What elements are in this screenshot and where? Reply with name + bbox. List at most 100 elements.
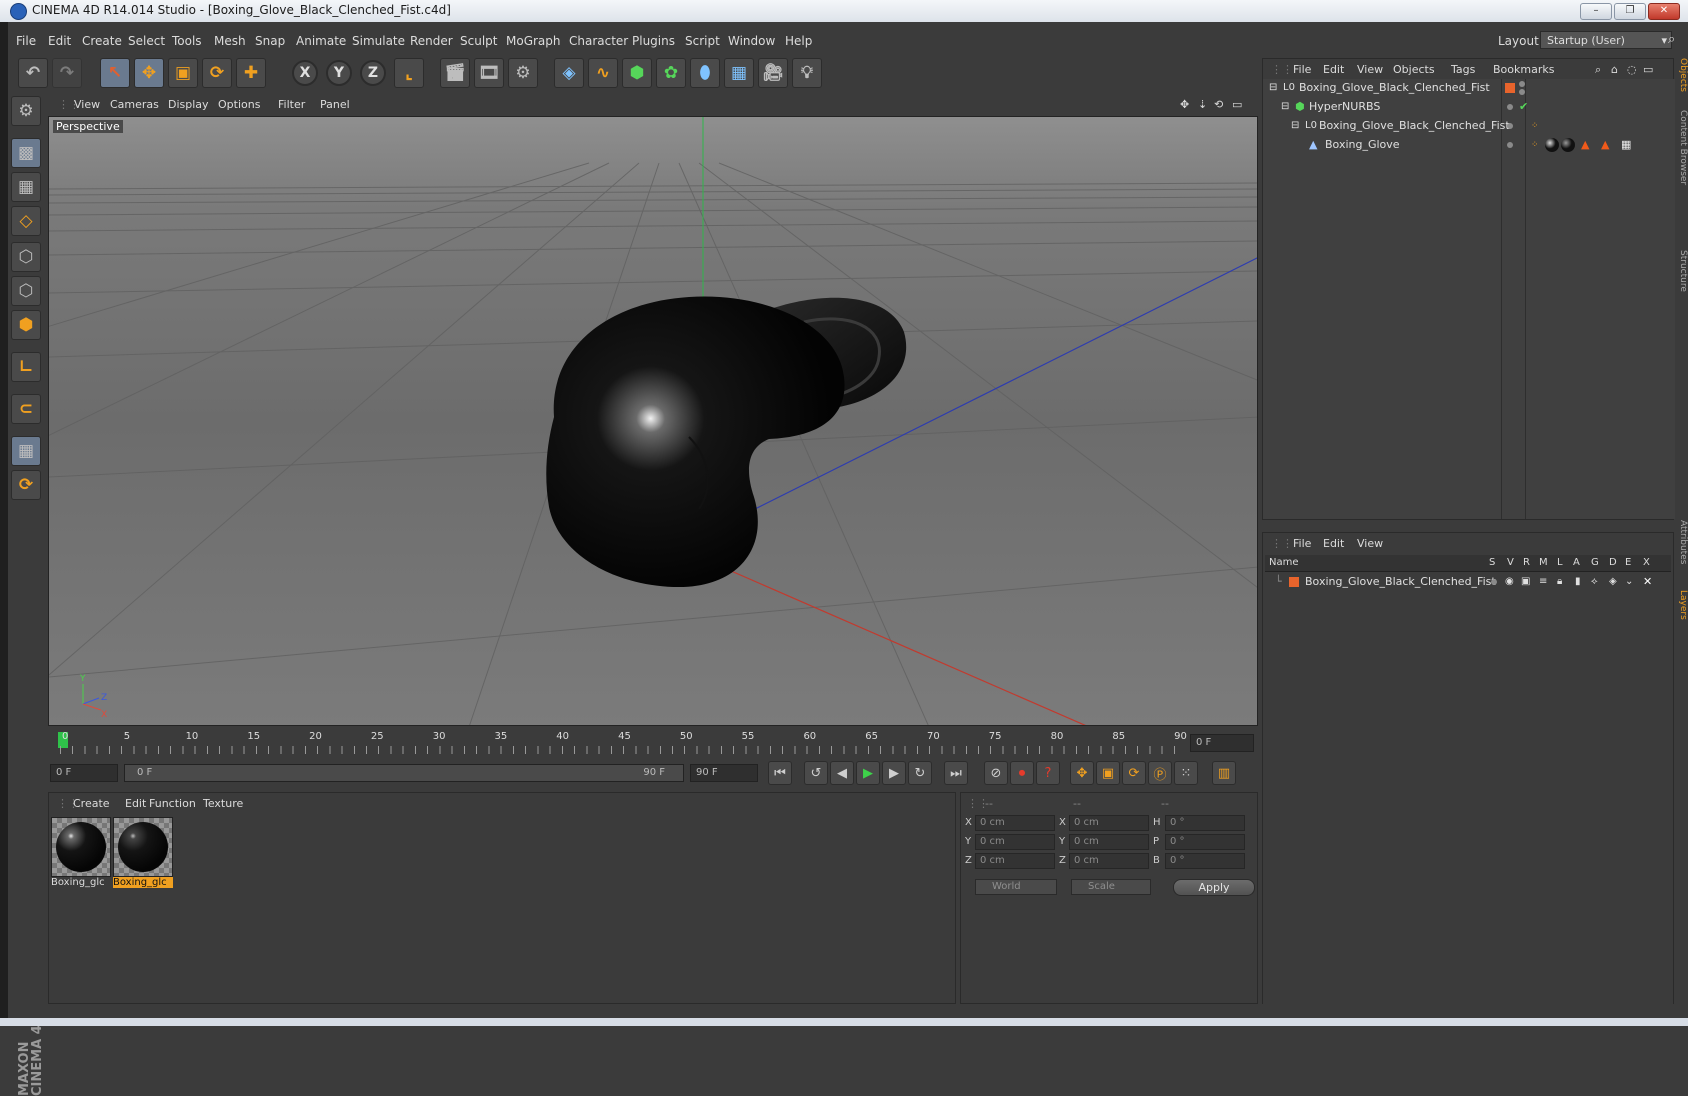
go-to-end-button[interactable]: ⏭ [944,761,968,785]
material-menu-create[interactable]: Create [73,797,110,810]
menu-script[interactable]: Script [685,34,720,48]
selection-tag-icon[interactable]: ▲ [1581,136,1589,154]
expression-icon[interactable]: ⌄ [1625,573,1633,591]
workplane-mode-button[interactable]: ◇ [11,206,41,236]
menu-plugins[interactable]: Plugins [632,34,675,48]
layers-menu-edit[interactable]: Edit [1323,537,1344,550]
viewport-menu-view[interactable]: View [74,98,100,111]
object-row[interactable]: ⊟ ⬢ HyperNURBS ✔ [1263,98,1675,116]
new-window-icon[interactable]: ▭ [1643,63,1653,76]
menu-help[interactable]: Help [785,34,812,48]
minimize-button[interactable]: – [1580,3,1612,20]
pos-y-field[interactable]: 0 cm [975,834,1055,850]
pan-view-icon[interactable]: ✥ [1180,98,1189,111]
objects-menu-view[interactable]: View [1357,63,1383,76]
objects-menu-objects[interactable]: Objects [1393,63,1435,76]
generator-icon[interactable]: ⟡ [1591,573,1598,591]
apply-button[interactable]: Apply [1173,879,1255,896]
locked-workplane-button[interactable]: ▦ [11,436,41,466]
viewport-menu-filter[interactable]: Filter [278,98,305,111]
maximize-button[interactable]: ❐ [1614,3,1646,20]
timeline-window-button[interactable]: ▥ [1212,761,1236,785]
eye-icon[interactable]: ◉ [1505,573,1514,591]
objects-menu-tags[interactable]: Tags [1451,63,1475,76]
material-tag-icon[interactable] [1561,138,1575,152]
add-cube-button[interactable]: ◈ [554,58,584,88]
tab-structure[interactable]: Structure [1676,250,1688,292]
record-rotation-button[interactable]: ⟳ [1122,761,1146,785]
render-picture-viewer-button[interactable]: 🎞︎ [474,58,504,88]
size-z-field[interactable]: 0 cm [1069,853,1149,869]
menu-render[interactable]: Render [410,34,453,48]
deformer-icon[interactable]: ◈ [1609,573,1617,591]
coordinate-space-dropdown[interactable]: World [975,879,1057,895]
tab-attributes[interactable]: Attributes [1676,520,1688,564]
home-icon[interactable]: ⌂ [1611,63,1618,76]
play-button[interactable]: ▶ [856,761,880,785]
planar-workplane-button[interactable]: ⟳ [11,470,41,500]
column-visible[interactable]: V [1507,557,1514,568]
menu-sculpt[interactable]: Sculpt [460,34,497,48]
material-tag-icon[interactable] [1545,138,1559,152]
column-animation[interactable]: A [1573,557,1580,568]
menu-mesh[interactable]: Mesh [214,34,246,48]
z-axis-lock-button[interactable]: Z [360,60,386,86]
viewport-menu-options[interactable]: Options [218,98,260,111]
scale-tool-button[interactable]: ▣ [168,58,198,88]
collapse-icon[interactable]: ◌ [1627,63,1637,76]
add-light-button[interactable]: 💡︎ [792,58,822,88]
size-mode-dropdown[interactable]: Scale [1071,879,1151,895]
objects-menu-file[interactable]: File [1293,63,1311,76]
layer-color-swatch[interactable] [1289,577,1299,587]
points-mode-button[interactable]: ⬡ [11,242,41,272]
menu-character[interactable]: Character [569,34,628,48]
editor-visibility-dot[interactable] [1519,81,1525,87]
add-array-button[interactable]: ✿ [656,58,686,88]
rotate-tool-button[interactable]: ⟳ [202,58,232,88]
record-position-button[interactable]: ✥ [1070,761,1094,785]
menu-tools[interactable]: Tools [172,34,202,48]
viewport-menu-cameras[interactable]: Cameras [110,98,159,111]
y-axis-lock-button[interactable]: Y [326,60,352,86]
end-frame-field[interactable]: 90 F [690,764,758,782]
rot-b-field[interactable]: 0 ° [1165,853,1245,869]
column-manager[interactable]: M [1539,557,1548,568]
texture-mode-button[interactable]: ▦ [11,172,41,202]
column-generators[interactable]: G [1591,557,1599,568]
collapse-toggle-icon[interactable]: ⊟ [1269,79,1277,97]
column-deformers[interactable]: D [1609,557,1617,568]
phong-tag-icon[interactable]: ⁘ [1531,136,1539,154]
zoom-view-icon[interactable]: ⇣ [1198,98,1207,111]
viewport-menu-panel[interactable]: Panel [320,98,350,111]
viewport-menu-display[interactable]: Display [168,98,209,111]
tab-content-browser[interactable]: Content Browser [1676,110,1688,185]
object-row[interactable]: ▲ Boxing_Glove ⁘ ▲ ▲ ▦ [1263,136,1675,154]
search-icon[interactable]: ⌕ [1668,32,1675,47]
start-frame-field[interactable]: 0 F [50,764,118,782]
material-menu-texture[interactable]: Texture [203,797,243,810]
column-solo[interactable]: S [1489,557,1495,568]
size-y-field[interactable]: 0 cm [1069,834,1149,850]
go-to-start-button[interactable]: ⏮ [768,761,792,785]
menu-create[interactable]: Create [82,34,122,48]
solo-toggle-dot[interactable] [1491,579,1497,585]
coordinate-system-button[interactable]: ⌞ [394,58,424,88]
layer-row[interactable]: └ Boxing_Glove_Black_Clenched_Fist ◉ ▣ ≡… [1265,573,1671,591]
snap-button[interactable]: ⊂ [11,394,41,424]
last-tool-button[interactable]: ✚ [236,58,266,88]
menu-snap[interactable]: Snap [255,34,285,48]
object-row[interactable]: ⊟ L0 Boxing_Glove_Black_Clenched_Fist [1263,79,1675,97]
timeline-ruler[interactable]: 0 5 10 15 20 25 30 35 40 45 50 55 60 65 70 75 80 85 90 0 F [48,730,1258,756]
redo-button[interactable]: ↷ [52,58,82,88]
editor-visibility-dot[interactable] [1507,104,1513,110]
collapse-toggle-icon[interactable]: ⊟ [1291,117,1299,135]
render-icon[interactable]: ▣ [1521,573,1530,591]
close-button[interactable]: ✕ [1648,3,1680,20]
layout-dropdown[interactable]: Startup (User) ▾ [1540,31,1672,49]
rot-h-field[interactable]: 0 ° [1165,815,1245,831]
previous-frame-button[interactable]: ◀ [830,761,854,785]
tab-objects[interactable]: Objects [1676,58,1688,92]
maximize-view-icon[interactable]: ▭ [1232,98,1242,111]
perspective-viewport[interactable]: Y Z X Perspective [48,116,1258,726]
add-deformer-button[interactable]: ⬮ [690,58,720,88]
